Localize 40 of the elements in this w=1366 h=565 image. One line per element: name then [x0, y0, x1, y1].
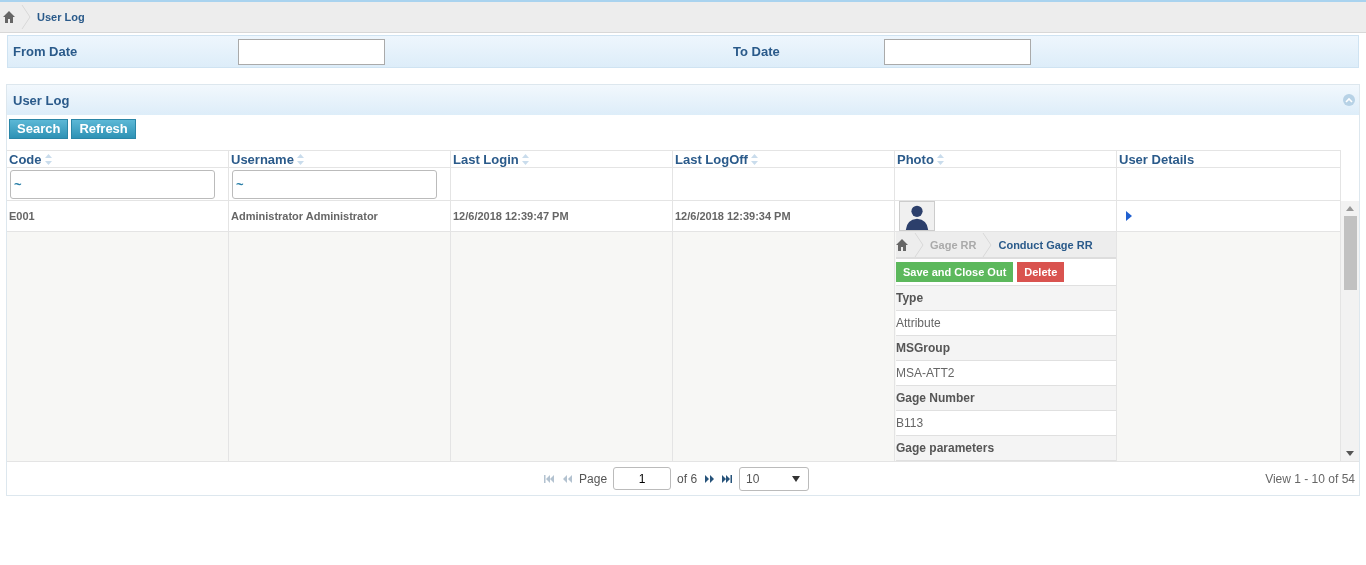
next-page-icon[interactable]: [721, 473, 734, 484]
page-size-select[interactable]: 10: [739, 466, 810, 491]
sort-icon[interactable]: [936, 153, 944, 165]
page-field[interactable]: 1: [613, 467, 672, 490]
home-icon[interactable]: [3, 11, 15, 23]
column-label[interactable]: Last Login: [453, 151, 519, 167]
scroll-up-icon[interactable]: [1346, 206, 1354, 211]
date-field[interactable]: [884, 38, 1031, 65]
scroll-down-icon[interactable]: [1346, 451, 1354, 456]
sort-icon[interactable]: [44, 153, 52, 165]
column-label[interactable]: Code: [9, 151, 42, 167]
collapse-icon[interactable]: [1343, 94, 1355, 106]
column-label[interactable]: Last LogOff: [675, 151, 748, 167]
scroll-thumb[interactable]: [1343, 216, 1357, 290]
filter-label: To Date: [732, 44, 781, 59]
page-label: Page: [579, 471, 608, 486]
next-page-icon[interactable]: [703, 473, 716, 484]
page-size-value: 10: [746, 471, 760, 486]
column-label[interactable]: User Details: [1119, 151, 1195, 167]
sort-icon[interactable]: [750, 153, 758, 165]
expand-icon[interactable]: [1126, 211, 1132, 221]
field-value: MSA-ATT2: [896, 361, 1116, 386]
field-value: B113: [896, 411, 1116, 436]
breadcrumb-item: Conduct Gage RR: [998, 238, 1093, 251]
column-label[interactable]: Photo: [897, 151, 934, 167]
caret-icon: [790, 473, 803, 484]
breadcrumb-item: User Log: [37, 11, 85, 23]
home-icon[interactable]: [896, 238, 908, 251]
field-value: Attribute: [896, 311, 1116, 336]
filter-field[interactable]: ~: [10, 170, 215, 199]
filter-field[interactable]: ~: [232, 170, 437, 199]
sort-icon[interactable]: [521, 153, 529, 165]
record-summary: View 1 - 10 of 54: [1265, 471, 1356, 486]
filter-label: From Date: [12, 44, 79, 59]
date-field[interactable]: [238, 38, 385, 65]
column-label[interactable]: Username: [231, 151, 294, 167]
panel-title: User Log: [13, 92, 70, 108]
action-button[interactable]: Delete: [1017, 262, 1065, 282]
page-count: of 6: [677, 471, 698, 486]
sort-icon[interactable]: [296, 153, 304, 165]
